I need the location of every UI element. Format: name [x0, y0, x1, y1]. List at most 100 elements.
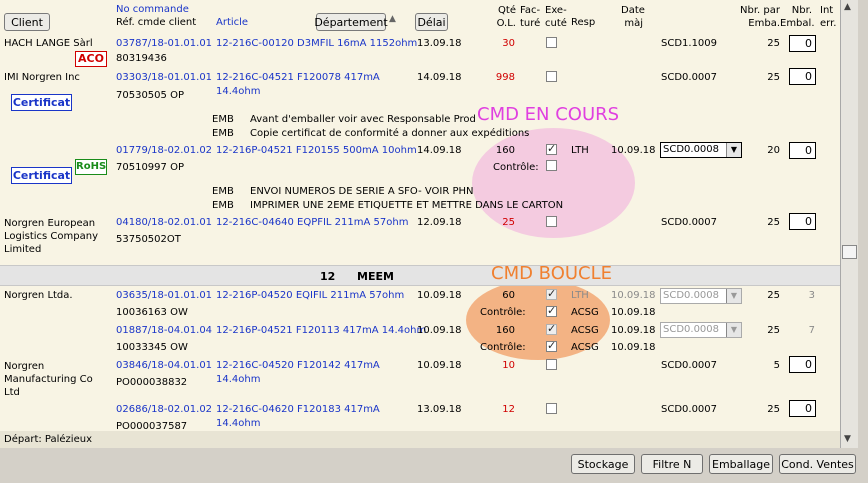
controle-checkbox[interactable]: [546, 339, 557, 352]
depart-bar: [0, 431, 840, 448]
execute-checkbox[interactable]: [546, 37, 557, 48]
scd-select-value: SCD0.0008: [663, 144, 720, 155]
delai-date: 13.09.18: [417, 38, 462, 49]
controle-checkbox[interactable]: [546, 304, 557, 317]
departement-label: Département: [314, 15, 388, 29]
nbr-embal-input[interactable]: 0: [789, 400, 816, 417]
nbr-par-emba: 25: [767, 72, 780, 83]
stockage-button[interactable]: Stockage: [571, 454, 635, 474]
article-link[interactable]: 12-216C-04620 F120183 417mA: [216, 404, 380, 415]
order-number-link[interactable]: 04180/18-02.01.01: [116, 217, 212, 228]
chevron-down-icon[interactable]: ▼: [726, 143, 741, 157]
article-link[interactable]: 12-216P-04521 F120113 417mA 14.4ohm: [216, 325, 426, 336]
nbr-par-emba: 25: [767, 290, 780, 301]
scd-select-value: SCD0.0008: [663, 290, 720, 301]
execute-checkbox[interactable]: [546, 142, 557, 155]
delai-date: 14.09.18: [417, 145, 462, 156]
emb-code: EMB: [212, 114, 234, 125]
nbr-par-emba: 5: [773, 360, 780, 371]
nbr-embal-input[interactable]: 0: [789, 68, 816, 85]
quantity: 160: [495, 145, 515, 156]
article-link[interactable]: 12-216C-04521 F120078 417mA: [216, 72, 380, 83]
controle-checkbox[interactable]: [546, 160, 557, 171]
departement-sort-button[interactable]: Département: [314, 13, 388, 31]
scd-select-value: SCD0.0008: [663, 324, 720, 335]
article-link[interactable]: 12-216C-04640 EQPFIL 211mA 57ohm: [216, 217, 408, 228]
emb-note: ENVOI NUMEROS DE SERIE A SFO- VOIR PHN: [250, 186, 474, 197]
execute-checkbox[interactable]: [546, 359, 557, 370]
sort-up-icon[interactable]: ▲: [389, 14, 396, 24]
scd-select[interactable]: SCD0.0008 ▼: [660, 288, 742, 304]
execute-checkbox[interactable]: [546, 216, 557, 227]
quantity: 30: [502, 38, 515, 49]
order-number-link[interactable]: 01887/18-04.01.04: [116, 325, 212, 336]
order-number-link[interactable]: 03635/18-01.01.01: [116, 290, 212, 301]
delai-date: 10.09.18: [417, 290, 462, 301]
resp-initials: LTH: [571, 290, 589, 301]
cond-ventes-button[interactable]: Cond. Ventes: [779, 454, 856, 474]
order-number-link[interactable]: 03846/18-04.01.01: [116, 360, 212, 371]
execute-checkbox[interactable]: [546, 287, 557, 300]
chevron-down-icon[interactable]: ▼: [726, 323, 741, 337]
int-err-header: Int err.: [820, 5, 837, 29]
execute-checkbox[interactable]: [546, 403, 557, 414]
nbr-embal-input[interactable]: 0: [789, 142, 816, 159]
article-link-cont[interactable]: 14.4ohm: [216, 418, 260, 429]
nbr-par-emba-header: Nbr. par Emba.: [740, 5, 780, 29]
scd-select[interactable]: SCD0.0008 ▼: [660, 322, 742, 338]
nbr-embal-input[interactable]: 0: [789, 356, 816, 373]
vertical-scrollbar[interactable]: ▲ ▼: [841, 0, 858, 448]
quantity: 25: [502, 217, 515, 228]
nbr-embal-input[interactable]: 0: [789, 35, 816, 52]
quantity: 998: [495, 72, 515, 83]
group-header-row: [0, 265, 840, 286]
article-link[interactable]: 12-216P-04520 EQIFIL 211mA 57ohm: [216, 290, 404, 301]
article-link[interactable]: 12-216C-00120 D3MFIL 16mA 1152ohm: [216, 38, 417, 49]
order-number-link[interactable]: 03787/18-01.01.01: [116, 38, 212, 49]
no-commande-header[interactable]: No commande: [116, 4, 189, 15]
client-ref: 53750502OT: [116, 234, 181, 245]
cmd-boucle-annotation: CMD BOUCLE: [491, 263, 613, 284]
client-ref: PO000038832: [116, 377, 188, 388]
filtre-n-button[interactable]: Filtre N: [641, 454, 703, 474]
client-ref: 80319436: [116, 53, 167, 64]
resp-initials: ACSG: [571, 307, 599, 318]
scd-code: SCD1.1009: [661, 38, 718, 49]
order-number-link[interactable]: 01779/18-02.01.02: [116, 145, 212, 156]
date-maj: 10.09.18: [611, 307, 656, 318]
article-header[interactable]: Article: [216, 17, 248, 28]
date-maj: 10.09.18: [611, 145, 656, 156]
scd-select[interactable]: SCD0.0008 ▼: [660, 142, 742, 158]
client-sort-button[interactable]: Client: [4, 13, 50, 31]
scroll-up-icon[interactable]: ▲: [844, 2, 851, 12]
article-link-cont[interactable]: 14.4ohm: [216, 86, 260, 97]
group-number: 12: [320, 270, 336, 283]
article-link-cont[interactable]: 14.4ohm: [216, 374, 260, 385]
order-number-link[interactable]: 02686/18-02.01.02: [116, 404, 212, 415]
scd-code: SCD0.0007: [661, 360, 718, 371]
quantity: 10: [502, 360, 515, 371]
chevron-down-icon[interactable]: ▼: [726, 289, 741, 303]
emballage-button[interactable]: Emballage: [709, 454, 773, 474]
orders-panel: Client No commande Réf. cmde client Arti…: [0, 0, 841, 448]
client-name: HACH LANGE Sàrl: [4, 38, 93, 49]
execute-checkbox[interactable]: [546, 322, 557, 335]
client-name: Norgren European Logistics Company Limited: [4, 218, 99, 255]
scd-code: SCD0.0007: [661, 72, 718, 83]
nbr-par-emba: 25: [767, 38, 780, 49]
quantity: 60: [502, 290, 515, 301]
article-link[interactable]: 12-216C-04520 F120142 417mA: [216, 360, 380, 371]
article-link[interactable]: 12-216P-04521 F120155 500mA 10ohm: [216, 145, 417, 156]
nbr-embal-header: Nbr. Embal.: [780, 5, 815, 29]
delai-sort-button[interactable]: Délai: [415, 13, 448, 31]
facture-header: Fac-turé: [520, 5, 541, 29]
nbr-embal-input[interactable]: 0: [789, 213, 816, 230]
execute-checkbox[interactable]: [546, 71, 557, 82]
scroll-down-icon[interactable]: ▼: [844, 434, 851, 444]
int-err-count: 3: [808, 290, 815, 301]
scroll-thumb[interactable]: [842, 245, 857, 259]
controle-label: Contrôle:: [480, 307, 526, 318]
client-ref: 10033345 OW: [116, 342, 188, 353]
order-number-link[interactable]: 03303/18-01.01.01: [116, 72, 212, 83]
emb-code: EMB: [212, 128, 234, 139]
